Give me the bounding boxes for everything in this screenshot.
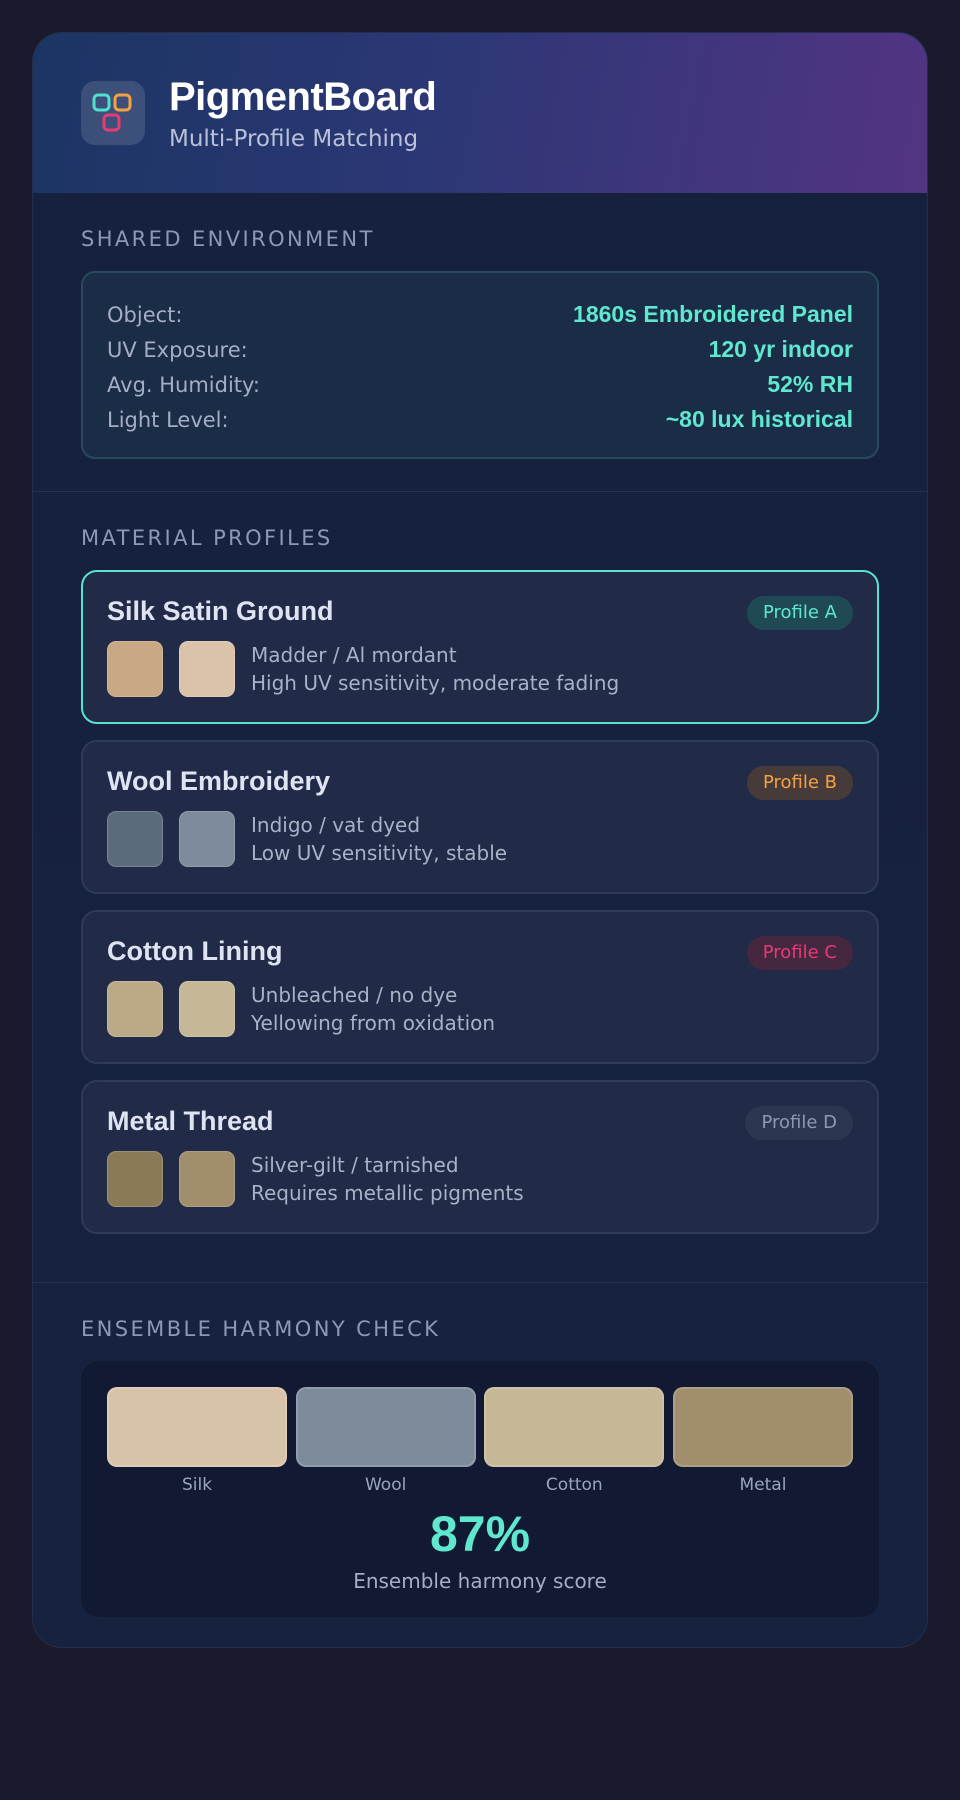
shared-environment-section: SHARED ENVIRONMENT Object: 1860s Embroid… (33, 193, 927, 491)
color-swatch[interactable] (179, 641, 235, 697)
harmony-item-wool: Wool (295, 1387, 476, 1495)
env-value: 52% RH (767, 371, 853, 397)
harmony-swatch[interactable] (484, 1387, 665, 1467)
harmony-item-metal: Metal (672, 1387, 853, 1495)
color-swatch[interactable] (179, 1151, 235, 1207)
app-subtitle: Multi-Profile Matching (169, 125, 419, 152)
app-logo-icon (81, 81, 145, 145)
harmony-swatch-label: Silk (181, 1475, 213, 1495)
harmony-item-silk: Silk (107, 1387, 287, 1495)
profile-material: Silver-gilt / tarnished (251, 1153, 459, 1177)
color-swatch[interactable] (107, 641, 163, 697)
profile-note: Yellowing from oxidation (251, 1011, 496, 1035)
profile-name: Silk Satin Ground (107, 596, 334, 626)
harmony-score: 87% (429, 1506, 531, 1562)
section-title-environment: SHARED ENVIRONMENT (81, 227, 375, 251)
profile-material: Madder / Al mordant (251, 643, 457, 667)
harmony-swatch-label: Wool (364, 1475, 407, 1495)
app-title: PigmentBoard (169, 74, 437, 119)
env-label: Avg. Humidity: (107, 372, 261, 397)
profile-card-metal[interactable]: Metal Thread Profile D Silver-gilt / tar… (81, 1080, 879, 1234)
env-row-light-level: Light Level: ~80 lux historical (107, 402, 853, 437)
env-label: UV Exposure: (107, 337, 248, 362)
color-swatch[interactable] (107, 981, 163, 1037)
profile-note: Low UV sensitivity, stable (251, 841, 508, 865)
profile-name: Metal Thread (107, 1106, 274, 1136)
env-value: ~80 lux historical (665, 406, 853, 432)
profile-name: Wool Embroidery (107, 766, 331, 796)
section-title-harmony: ENSEMBLE HARMONY CHECK (81, 1317, 441, 1341)
harmony-swatch[interactable] (295, 1387, 476, 1467)
harmony-swatch-label: Metal (739, 1475, 787, 1495)
env-value: 120 yr indoor (708, 336, 853, 362)
env-value: 1860s Embroidered Panel (573, 301, 853, 327)
env-label: Light Level: (107, 407, 229, 432)
profile-details: Unbleached / no dye Yellowing from oxida… (107, 981, 853, 1037)
profile-card-silk[interactable]: Silk Satin Ground Profile A Madder / Al … (81, 570, 879, 724)
title-block: PigmentBoard Multi-Profile Matching (169, 74, 437, 152)
material-profiles-section: MATERIAL PROFILES Silk Satin Ground Prof… (33, 491, 927, 1282)
profile-material: Indigo / vat dyed (251, 813, 421, 837)
profile-details: Silver-gilt / tarnished Requires metalli… (107, 1151, 853, 1207)
harmony-panel: Silk Wool Cotton Metal 87% Ensemble harm… (81, 1361, 879, 1617)
color-swatch[interactable] (179, 981, 235, 1037)
harmony-score-label: Ensemble harmony score (353, 1569, 607, 1593)
profile-name: Cotton Lining (107, 936, 283, 966)
profile-badge: Profile C (746, 936, 853, 970)
profile-badge: Profile D (745, 1106, 853, 1140)
profile-note: High UV sensitivity, moderate fading (251, 671, 620, 695)
harmony-item-cotton: Cotton (484, 1387, 665, 1495)
harmony-swatch[interactable] (107, 1387, 287, 1467)
profile-details: Indigo / vat dyed Low UV sensitivity, st… (107, 811, 853, 867)
env-label: Object: (107, 302, 183, 327)
color-swatch[interactable] (179, 811, 235, 867)
app-header: PigmentBoard Multi-Profile Matching (33, 33, 927, 193)
ensemble-harmony-section: ENSEMBLE HARMONY CHECK Silk Wool Cotton … (33, 1282, 927, 1647)
profile-details: Madder / Al mordant High UV sensitivity,… (107, 641, 853, 697)
section-title-profiles: MATERIAL PROFILES (81, 526, 333, 550)
app-window: PigmentBoard Multi-Profile Matching SHAR… (32, 32, 928, 1648)
profile-description: Unbleached / no dye Yellowing from oxida… (251, 981, 495, 1037)
env-row-humidity: Avg. Humidity: 52% RH (107, 367, 853, 402)
env-row-uv-exposure: UV Exposure: 120 yr indoor (107, 332, 853, 367)
harmony-swatch-label: Cotton (545, 1475, 603, 1495)
profile-card-wool[interactable]: Wool Embroidery Profile B Indigo / vat d… (81, 740, 879, 894)
environment-panel: Object: 1860s Embroidered Panel UV Expos… (81, 271, 879, 459)
env-row-object: Object: 1860s Embroidered Panel (107, 297, 853, 332)
profile-description: Madder / Al mordant High UV sensitivity,… (251, 641, 619, 697)
profile-card-cotton[interactable]: Cotton Lining Profile C Unbleached / no … (81, 910, 879, 1064)
profile-badge: Profile A (746, 596, 853, 630)
harmony-swatch-row: Silk Wool Cotton Metal (107, 1387, 853, 1495)
profile-material: Unbleached / no dye (251, 983, 458, 1007)
profile-description: Silver-gilt / tarnished Requires metalli… (251, 1151, 524, 1207)
color-swatch[interactable] (107, 811, 163, 867)
harmony-swatch[interactable] (672, 1387, 853, 1467)
profile-badge: Profile B (746, 766, 853, 800)
color-swatch[interactable] (107, 1151, 163, 1207)
profile-note: Requires metallic pigments (251, 1181, 524, 1205)
profile-description: Indigo / vat dyed Low UV sensitivity, st… (251, 811, 507, 867)
